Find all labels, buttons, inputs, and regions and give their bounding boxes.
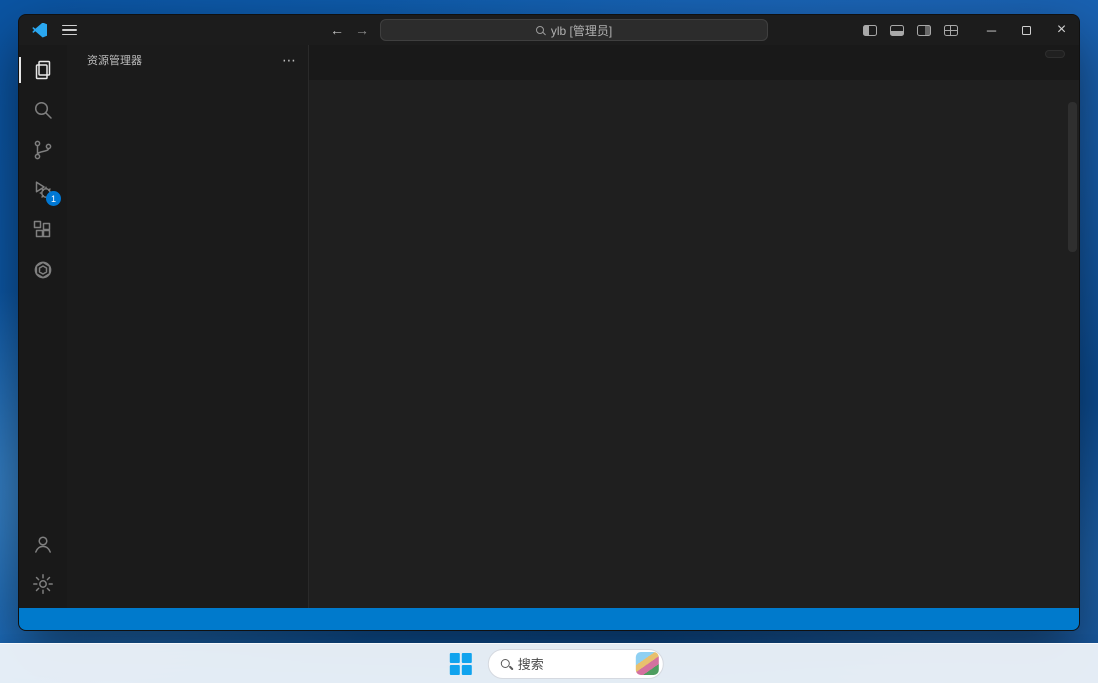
- more-actions-icon[interactable]: ⋯: [282, 52, 296, 69]
- title-bar: ← → ylb [管理员] ─ ×: [19, 15, 1079, 45]
- toggle-secondary-sidebar-icon[interactable]: [917, 25, 931, 36]
- search-icon: [501, 659, 510, 668]
- search-icon: [31, 98, 55, 122]
- minimize-button[interactable]: ─: [974, 15, 1009, 45]
- extensions-icon: [31, 218, 55, 242]
- account-icon: [31, 532, 55, 556]
- windows-taskbar: 搜索: [0, 643, 1098, 683]
- back-button[interactable]: ←: [330, 15, 344, 45]
- explorer-sidebar: 资源管理器 ⋯: [67, 45, 309, 608]
- customize-layout-icon[interactable]: [944, 25, 958, 36]
- toggle-panel-icon[interactable]: [890, 25, 904, 36]
- breadcrumbs: [309, 80, 1079, 102]
- source-control-icon: [31, 138, 55, 162]
- forward-button[interactable]: →: [355, 15, 369, 45]
- activity-accounts[interactable]: [19, 524, 67, 564]
- toggle-sidebar-icon[interactable]: [863, 25, 877, 36]
- taskbar-search-label: 搜索: [518, 654, 544, 673]
- command-center-label: ylb [管理员]: [551, 22, 612, 39]
- windows-logo-icon: [449, 652, 473, 676]
- menu-icon[interactable]: [62, 29, 77, 31]
- maximize-button[interactable]: [1009, 15, 1044, 45]
- command-center[interactable]: ylb [管理员]: [380, 19, 768, 41]
- search-highlight-thumbnail[interactable]: [636, 652, 659, 675]
- knot-icon: [31, 258, 55, 282]
- activity-run-debug[interactable]: 1: [19, 170, 67, 210]
- code-editor[interactable]: [309, 102, 1079, 608]
- sidebar-title: 资源管理器: [87, 52, 142, 68]
- explorer-icon: [31, 58, 55, 82]
- activity-source-control[interactable]: [19, 130, 67, 170]
- vscode-window: ← → ylb [管理员] ─ × 1 资源管理器: [18, 14, 1080, 631]
- activity-settings[interactable]: [19, 564, 67, 604]
- status-bar: [19, 608, 1079, 630]
- start-button[interactable]: [448, 651, 474, 677]
- activity-extensions[interactable]: [19, 210, 67, 250]
- activity-bar: 1: [19, 45, 67, 608]
- tab-bar: [309, 45, 1079, 80]
- taskbar-search[interactable]: 搜索: [488, 649, 664, 679]
- close-button[interactable]: ×: [1044, 15, 1079, 45]
- badge: 1: [46, 191, 61, 206]
- editor-group: [309, 45, 1079, 608]
- vscode-logo-icon: [32, 23, 47, 38]
- debug-toolbar: [1045, 50, 1065, 58]
- gear-icon: [31, 572, 55, 596]
- editor-scrollbar[interactable]: [1066, 102, 1079, 608]
- activity-chatgpt-extension[interactable]: [19, 250, 67, 290]
- search-icon: [536, 26, 544, 34]
- file-tree: [67, 75, 308, 608]
- activity-search[interactable]: [19, 90, 67, 130]
- activity-explorer[interactable]: [19, 50, 67, 90]
